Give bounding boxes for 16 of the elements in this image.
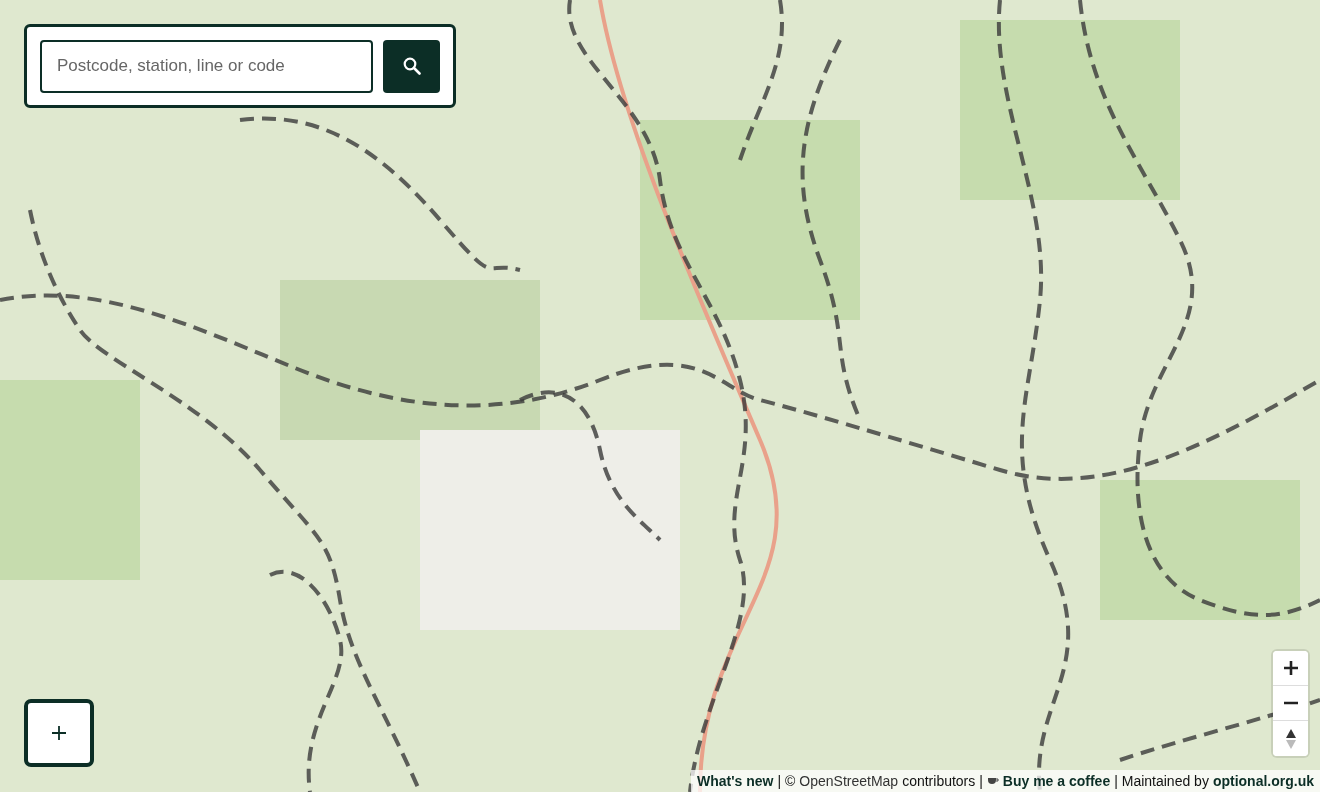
attribution-text: What's new | © OpenStreetMap contributors | Buy me a coffee | Maintained by optional.org.uk	[691, 770, 1320, 792]
coffee-cup-icon	[986, 777, 999, 785]
add-button[interactable]	[24, 699, 94, 767]
plus-icon	[52, 726, 66, 740]
link[interactable]: Buy me a coffee	[1002, 773, 1111, 789]
link[interactable]: OpenStreetMap	[799, 773, 899, 789]
minus-icon	[1283, 701, 1298, 705]
zoom-in-button[interactable]	[1273, 651, 1308, 686]
map-drawing[interactable]	[0, 0, 1320, 792]
compass-icon	[1285, 728, 1296, 749]
search-field[interactable]: Postcode, station, line or code	[40, 39, 373, 93]
link[interactable]: optional.org.uk	[1212, 773, 1314, 789]
search-icon	[402, 57, 421, 75]
search-button[interactable]	[383, 39, 440, 93]
link[interactable]: What's new	[697, 773, 774, 789]
plus-icon	[1283, 661, 1298, 675]
